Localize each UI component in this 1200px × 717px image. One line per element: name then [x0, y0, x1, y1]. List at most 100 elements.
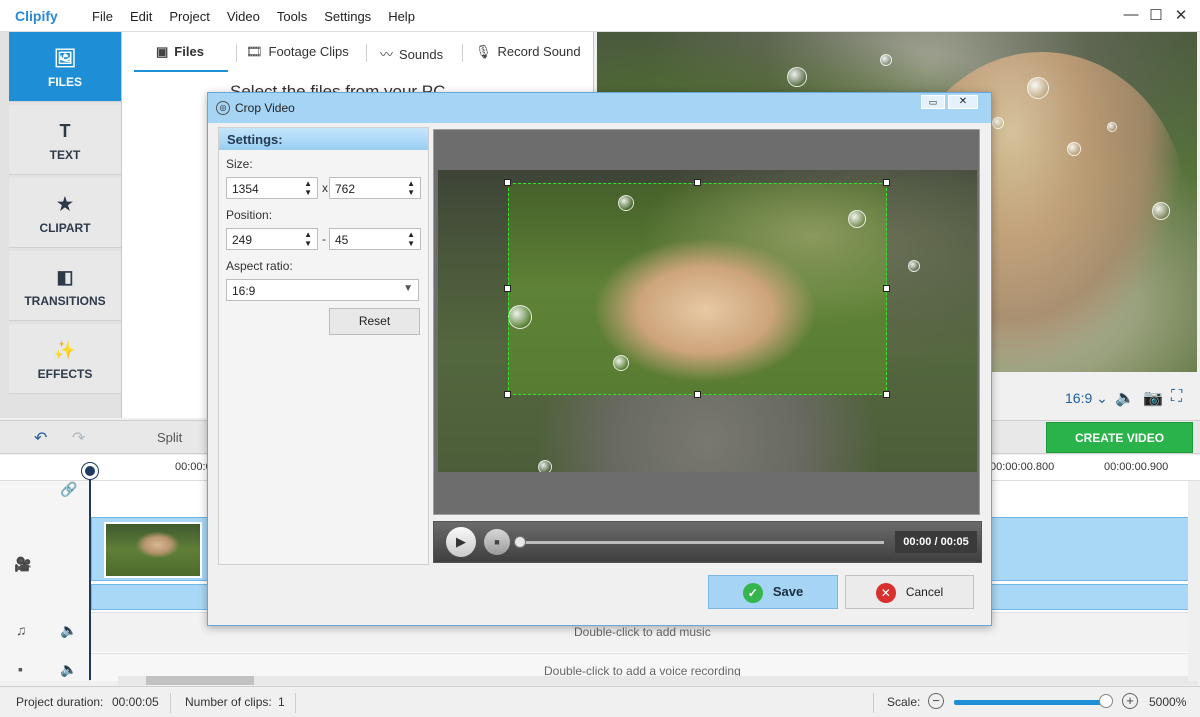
create-video-button[interactable]: CREATE VIDEO	[1046, 422, 1193, 453]
category-label: TRANSITIONS	[24, 294, 106, 308]
crop-selection[interactable]	[508, 183, 887, 395]
category-label: TEXT	[49, 148, 81, 162]
redo-icon[interactable]: ↷	[72, 428, 85, 448]
crop-handle[interactable]	[504, 285, 511, 292]
horizontal-scrollbar[interactable]	[118, 676, 1198, 685]
tab-divider	[366, 44, 367, 62]
dialog-title-bar[interactable]: ◎ Crop Video ▭ ✕	[208, 93, 991, 123]
playhead[interactable]	[89, 462, 91, 680]
height-value: 762	[335, 182, 356, 196]
cancel-button[interactable]: ✕ Cancel	[845, 575, 974, 609]
restore-icon[interactable]: ▭	[921, 95, 945, 109]
menu-help[interactable]: Help	[388, 9, 415, 24]
crop-handle[interactable]	[883, 179, 890, 186]
seek-handle[interactable]	[514, 536, 526, 548]
tab-files[interactable]: ▣ Files	[156, 44, 204, 60]
link-icon[interactable]: 🔗	[60, 481, 77, 498]
clips-value: 1	[278, 695, 285, 709]
zoom-out-icon[interactable]: −	[928, 693, 944, 709]
save-label: Save	[772, 584, 804, 599]
crop-handle[interactable]	[883, 391, 890, 398]
aspect-ratio-dropdown[interactable]: 16:9 ▼	[226, 279, 419, 301]
crop-video-dialog: ◎ Crop Video ▭ ✕ Settings: Size: 1354 ▲ ▼…	[207, 92, 992, 626]
crop-handle[interactable]	[694, 391, 701, 398]
crop-handle[interactable]	[504, 391, 511, 398]
tab-divider	[236, 44, 237, 62]
microphone-icon: ▪	[18, 661, 23, 677]
spin-arrows-icon[interactable]: ▲ ▼	[407, 230, 415, 248]
category-label: FILES	[47, 75, 82, 89]
category-effects[interactable]: ✨ EFFECTS	[9, 324, 121, 394]
category-files[interactable]: 🖼 FILES	[9, 32, 121, 102]
category-label: EFFECTS	[37, 367, 93, 381]
aspect-ratio-label: Aspect ratio:	[226, 259, 293, 273]
close-icon[interactable]: ✕	[1170, 6, 1192, 26]
crop-handle[interactable]	[883, 285, 890, 292]
crop-handle[interactable]	[504, 179, 511, 186]
zoom-in-icon[interactable]: +	[1122, 693, 1138, 709]
spin-arrows-icon[interactable]: ▲ ▼	[304, 230, 312, 248]
cancel-label: Cancel	[905, 585, 944, 599]
category-sidebar: 🖼 FILES T TEXT ★ CLIPART ◧ TRANSITIONS ✨…	[0, 32, 122, 418]
save-button[interactable]: ✓ Save	[708, 575, 838, 609]
menu-file[interactable]: File	[92, 9, 113, 24]
dialog-title: Crop Video	[235, 101, 295, 115]
volume-icon[interactable]: 🔈	[60, 622, 77, 639]
bubble	[1107, 122, 1117, 132]
split-button[interactable]: Split	[157, 430, 182, 445]
menu-tools[interactable]: Tools	[277, 9, 307, 24]
magic-wand-icon: ✨	[53, 340, 77, 360]
reset-button[interactable]: Reset	[329, 308, 420, 335]
volume-icon[interactable]: 🔈	[1115, 388, 1135, 408]
width-input[interactable]: 1354 ▲ ▼	[226, 177, 318, 199]
category-clipart[interactable]: ★ CLIPART	[9, 178, 121, 248]
maximize-icon[interactable]: ☐	[1145, 6, 1167, 26]
spin-arrows-icon[interactable]: ▲ ▼	[407, 179, 415, 197]
scale-label: Scale:	[887, 695, 921, 709]
settings-panel: Settings: Size: 1354 ▲ ▼ x 762 ▲ ▼ Positio…	[218, 127, 429, 565]
microphone-icon: 🎙	[475, 44, 492, 59]
undo-icon[interactable]: ↶	[34, 428, 47, 448]
crop-handle[interactable]	[694, 179, 701, 186]
settings-header: Settings:	[219, 128, 428, 150]
playhead-handle[interactable]	[82, 463, 98, 479]
category-text[interactable]: T TEXT	[9, 105, 121, 175]
close-icon[interactable]: ✕	[948, 95, 978, 109]
vertical-scrollbar[interactable]	[1188, 481, 1198, 681]
spin-arrows-icon[interactable]: ▲ ▼	[304, 179, 312, 197]
menu-project[interactable]: Project	[169, 9, 209, 24]
camera-icon[interactable]: 📷	[1143, 388, 1163, 408]
category-transitions[interactable]: ◧ TRANSITIONS	[9, 251, 121, 321]
play-icon[interactable]: ▶	[446, 527, 476, 557]
position-x-input[interactable]: 249 ▲ ▼	[226, 228, 318, 250]
waveform-icon: 〰	[380, 47, 394, 62]
cancel-icon: ✕	[875, 582, 896, 603]
size-separator: x	[322, 181, 328, 195]
menu-edit[interactable]: Edit	[130, 9, 152, 24]
tab-footage-clips[interactable]: 🎞 Footage Clips	[246, 44, 349, 60]
menu-bar: File Edit Project Video Tools Settings H…	[92, 9, 432, 24]
seek-bar[interactable]	[518, 541, 884, 544]
menu-settings[interactable]: Settings	[324, 9, 371, 24]
crop-canvas	[433, 129, 980, 515]
position-y-input[interactable]: 45 ▲ ▼	[329, 228, 421, 250]
status-divider	[170, 693, 171, 713]
scrollbar-thumb[interactable]	[146, 676, 254, 685]
bubble	[1152, 202, 1170, 220]
volume-icon[interactable]: 🔈	[60, 661, 77, 678]
fullscreen-icon[interactable]: ⛶	[1171, 388, 1182, 406]
zoom-slider-handle[interactable]	[1099, 694, 1113, 708]
menu-video[interactable]: Video	[227, 9, 260, 24]
tab-record-sound[interactable]: 🎙 Record Sound	[475, 44, 581, 60]
video-clip[interactable]	[104, 522, 202, 578]
position-separator: -	[322, 232, 326, 246]
aspect-ratio-value: 16:9	[232, 284, 256, 298]
aspect-ratio-select[interactable]: 16:9 ⌄	[1065, 390, 1108, 407]
tab-sounds[interactable]: 〰 Sounds	[380, 44, 443, 63]
minimize-icon[interactable]: —	[1120, 6, 1142, 26]
star-icon: ★	[56, 194, 74, 214]
height-input[interactable]: 762 ▲ ▼	[329, 177, 421, 199]
scale-value: 5000%	[1149, 695, 1187, 709]
stop-icon[interactable]: ■	[484, 529, 510, 555]
zoom-slider[interactable]	[954, 700, 1104, 705]
